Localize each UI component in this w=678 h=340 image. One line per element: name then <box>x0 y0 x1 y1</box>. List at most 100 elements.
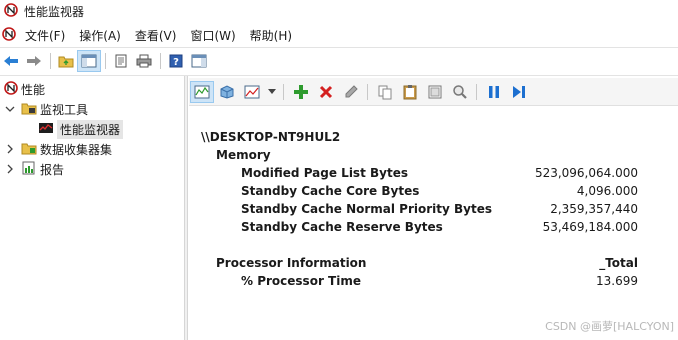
title-bar: 性能监视器 <box>0 0 678 22</box>
computer-name: \\DESKTOP-NT9HUL2 <box>201 130 341 144</box>
delete-counter-button[interactable] <box>315 82 337 102</box>
copy-properties-button[interactable] <box>374 82 396 102</box>
counter-name: Standby Cache Normal Priority Bytes <box>241 202 492 216</box>
menu-file[interactable]: 文件(F) <box>18 27 72 44</box>
graph-type-dropdown[interactable] <box>266 82 278 102</box>
performance-monitor-icon <box>38 121 54 138</box>
help-button[interactable]: ? <box>165 51 187 71</box>
counter-value: 4,096.000 <box>576 184 638 198</box>
tree-item-label: 性能 <box>21 82 46 97</box>
freeze-display-button[interactable] <box>483 82 505 102</box>
toolbar-separator <box>105 53 106 69</box>
properties-sheet-icon <box>428 85 442 98</box>
menu-action[interactable]: 操作(A) <box>72 27 128 44</box>
back-button[interactable] <box>0 51 22 71</box>
system-menu-icon[interactable] <box>2 26 16 44</box>
graph-properties-button[interactable] <box>424 82 446 102</box>
back-arrow-icon <box>4 56 18 66</box>
tree-item-label: 监视工具 <box>40 102 89 117</box>
expand-chevron-icon[interactable] <box>4 143 16 155</box>
toolbar-separator <box>476 83 477 100</box>
expand-chevron-icon[interactable] <box>4 163 16 175</box>
paste-counter-list-button[interactable] <box>399 82 421 102</box>
menu-window[interactable]: 窗口(W) <box>183 27 242 44</box>
magnifier-icon <box>453 84 467 99</box>
update-data-button[interactable] <box>508 82 530 102</box>
show-hide-console-tree-button[interactable] <box>77 50 101 72</box>
menu-divider <box>0 47 678 48</box>
toolbar-separator <box>283 83 284 100</box>
memory-section-label: Memory <box>216 148 271 162</box>
delete-x-icon <box>319 85 333 98</box>
properties-button[interactable] <box>110 51 132 71</box>
tree-item-label: 性能监视器 <box>57 119 124 139</box>
highlight-button[interactable] <box>340 82 362 102</box>
counter-value: 53,469,184.000 <box>542 220 638 234</box>
monitor-toolbar <box>189 78 678 106</box>
action-pane-icon <box>191 54 207 68</box>
menu-view[interactable]: 查看(V) <box>128 27 184 44</box>
zoom-button[interactable] <box>449 82 471 102</box>
step-forward-icon <box>513 85 525 98</box>
menu-bar: 文件(F) 操作(A) 查看(V) 窗口(W) 帮助(H) <box>0 24 678 46</box>
tree-item-label: 报告 <box>40 162 65 177</box>
add-counter-button[interactable] <box>290 82 312 102</box>
data-collector-sets-folder-icon <box>21 141 37 158</box>
main-toolbar: ? <box>0 49 678 73</box>
view-log-data-button[interactable] <box>216 82 238 102</box>
print-button[interactable] <box>133 51 155 71</box>
up-level-button[interactable] <box>55 51 77 71</box>
forward-button[interactable] <box>23 51 45 71</box>
pause-icon <box>489 85 499 98</box>
folder-up-icon <box>58 56 74 68</box>
tree-item-label: 数据收集器集 <box>40 142 113 157</box>
pane-splitter[interactable] <box>184 76 188 340</box>
counter-value: 13.699 <box>596 274 638 288</box>
perfmon-app-icon <box>4 2 18 20</box>
paste-clipboard-icon <box>403 84 417 99</box>
counter-name: Standby Cache Reserve Bytes <box>241 220 443 234</box>
console-tree: 性能 监视工具 性能监视器 数据收集器集 报告 <box>0 78 184 340</box>
performance-monitor-pane: \\DESKTOP-NT9HUL2 Memory Modified Page L… <box>189 78 678 340</box>
plus-icon <box>294 84 308 99</box>
change-graph-type-button[interactable] <box>241 82 263 102</box>
graph-type-icon <box>244 85 260 98</box>
line-graph-icon <box>194 85 210 98</box>
window-title: 性能监视器 <box>24 4 85 19</box>
copy-icon <box>378 85 392 99</box>
counter-value: 2,359,357,440 <box>550 202 638 216</box>
counter-name: Standby Cache Core Bytes <box>241 184 420 198</box>
toolbar-divider <box>0 75 678 76</box>
reports-icon <box>21 161 37 178</box>
svg-text:?: ? <box>173 57 179 68</box>
forward-arrow-icon <box>27 56 41 66</box>
tree-item-monitoring-tools[interactable]: 监视工具 <box>4 99 88 119</box>
tree-item-data-collector-sets[interactable]: 数据收集器集 <box>4 139 112 159</box>
counter-name: % Processor Time <box>241 274 361 288</box>
processor-section-label: Processor Information <box>216 256 367 270</box>
counter-name: Modified Page List Bytes <box>241 166 408 180</box>
show-hide-action-pane-button[interactable] <box>188 51 210 71</box>
tree-item-performance[interactable]: 性能 <box>4 79 45 99</box>
collapse-chevron-icon[interactable] <box>4 103 16 115</box>
menu-help[interactable]: 帮助(H) <box>243 27 299 44</box>
log-data-icon <box>220 84 234 99</box>
toolbar-separator <box>50 53 51 69</box>
performance-icon <box>4 80 18 98</box>
tree-item-performance-monitor[interactable]: 性能监视器 <box>38 119 124 139</box>
monitoring-tools-folder-icon <box>21 101 37 118</box>
watermark: CSDN @画萝[HALCYON] <box>545 320 674 333</box>
toolbar-separator <box>367 83 368 100</box>
highlight-pen-icon <box>345 84 358 97</box>
view-current-activity-button[interactable] <box>190 80 214 103</box>
instance-name: _Total <box>599 256 638 270</box>
printer-icon <box>136 54 152 68</box>
console-tree-icon <box>81 54 97 68</box>
properties-icon <box>115 54 127 68</box>
tree-item-reports[interactable]: 报告 <box>4 159 64 179</box>
help-book-icon: ? <box>169 54 183 68</box>
report-view: \\DESKTOP-NT9HUL2 Memory Modified Page L… <box>189 106 678 340</box>
counter-value: 523,096,064.000 <box>534 166 638 180</box>
dropdown-arrow-icon <box>268 88 276 94</box>
toolbar-separator <box>160 53 161 69</box>
